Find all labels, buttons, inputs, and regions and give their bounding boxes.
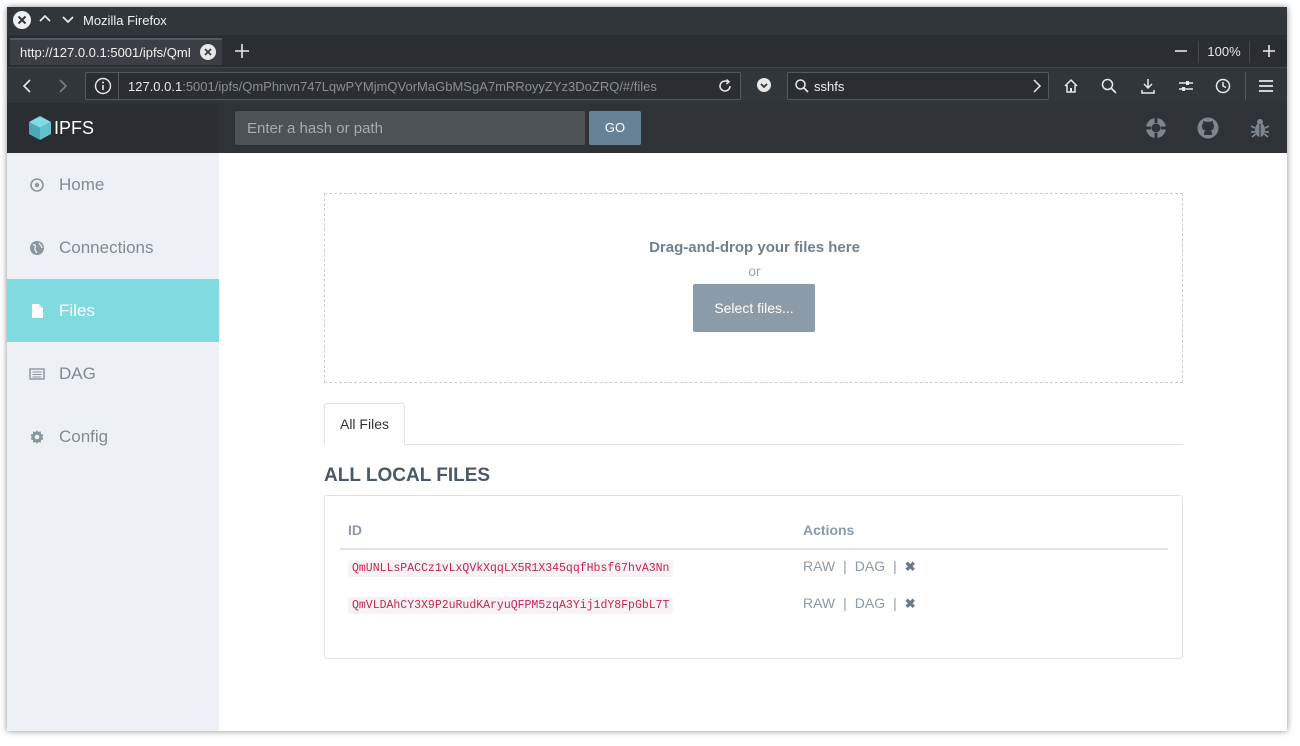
url-text[interactable]: 127.0.0.1:5001/ipfs/QmPhnvn747LqwPYMjmQV… [128, 79, 688, 94]
sidebar-item-label: Config [59, 427, 109, 446]
action-separator: | [843, 595, 847, 611]
row-actions: RAW | DAG | ✖ [803, 558, 916, 575]
site-info-icon[interactable] [94, 77, 112, 95]
toolbar-separator [1245, 72, 1246, 100]
files-table: ID Actions QmUNLLsPACCz1vLxQVkXqqLX5R1X3… [324, 495, 1183, 659]
hash-path-input[interactable] [235, 111, 585, 145]
chevron-up-icon[interactable] [38, 12, 52, 26]
home-icon[interactable] [1062, 77, 1080, 95]
chevron-down-icon[interactable] [61, 12, 75, 26]
back-icon[interactable] [19, 77, 37, 95]
menu-icon[interactable] [1257, 77, 1275, 95]
delete-icon[interactable]: ✖ [905, 596, 916, 612]
navigation-bar: 127.0.0.1:5001/ipfs/QmPhnvn747LqwPYMjmQV… [7, 67, 1287, 103]
sidebar-item-label: Connections [59, 238, 154, 257]
tab-close-icon[interactable] [200, 44, 216, 60]
title-bar: Mozilla Firefox [7, 7, 1287, 35]
github-icon[interactable] [1196, 116, 1220, 140]
window-title: Mozilla Firefox [83, 13, 167, 28]
customize-icon[interactable] [1177, 77, 1195, 95]
forward-icon[interactable] [53, 77, 71, 95]
sidebar-item-home[interactable]: Home [7, 153, 219, 216]
go-button[interactable]: GO [589, 111, 641, 145]
url-path: :5001/ipfs/QmPhnvn747LqwPYMjmQVorMaGbMSg… [182, 79, 657, 94]
url-bar[interactable]: 127.0.0.1:5001/ipfs/QmPhnvn747LqwPYMjmQV… [85, 72, 741, 100]
sidebar-item-config[interactable]: Config [7, 405, 219, 468]
file-hash[interactable]: QmUNLLsPACCz1vLxQVkXqqLX5R1X345qqfHbsf67… [348, 560, 674, 577]
list-icon [29, 366, 45, 382]
section-title: ALL LOCAL FILES [324, 465, 491, 486]
browser-window: Mozilla Firefox http://127.0.0.1:5001/ip… [7, 7, 1287, 731]
new-tab-icon[interactable] [233, 42, 251, 60]
select-files-button[interactable]: Select files... [693, 284, 815, 332]
table-row: QmUNLLsPACCz1vLxQVkXqqLX5R1X345qqfHbsf67… [325, 554, 1182, 591]
search-toolbar-icon[interactable] [1100, 77, 1118, 95]
browser-tab[interactable]: http://127.0.0.1:5001/ipfs/QmPhnvn747Lqw… [10, 38, 222, 65]
ipfs-logo-icon [28, 115, 52, 141]
bug-icon[interactable] [1248, 116, 1272, 140]
raw-link[interactable]: RAW [803, 558, 835, 574]
search-go-icon[interactable] [1030, 78, 1044, 94]
file-dropzone[interactable]: Drag-and-drop your files here or Select … [324, 193, 1183, 383]
home-icon [29, 177, 45, 193]
zoom-out-icon[interactable] [1173, 43, 1189, 59]
zoom-in-icon[interactable] [1261, 43, 1277, 59]
help-lifebuoy-icon[interactable] [1144, 116, 1168, 140]
column-header-id: ID [348, 522, 362, 538]
action-separator: | [843, 558, 847, 574]
reload-icon[interactable] [716, 77, 734, 95]
sidebar-item-dag[interactable]: DAG [7, 342, 219, 405]
dropzone-or: or [748, 263, 761, 279]
window-close-icon[interactable] [13, 11, 31, 29]
history-icon[interactable] [1214, 77, 1232, 95]
raw-link[interactable]: RAW [803, 595, 835, 611]
file-icon [29, 303, 45, 319]
sidebar-item-label: DAG [59, 364, 96, 383]
globe-icon [29, 240, 45, 256]
tab-all-files[interactable]: All Files [324, 403, 405, 445]
action-separator: | [893, 595, 897, 611]
sidebar-item-label: Files [59, 301, 95, 320]
zoom-level[interactable]: 100% [1198, 41, 1250, 63]
search-bar[interactable]: sshfs [787, 72, 1049, 100]
search-input[interactable]: sshfs [814, 79, 844, 94]
files-tabs: All Files [324, 403, 1183, 445]
logo-text: IPFS [54, 118, 95, 138]
column-header-actions: Actions [803, 522, 855, 538]
url-host: 127.0.0.1 [128, 79, 183, 94]
tab-title: http://127.0.0.1:5001/ipfs/QmPhnvn747Lqw… [20, 45, 190, 60]
search-icon [794, 78, 810, 94]
table-row: QmVLDAhCY3X9P2uRudKAryuQFPM5zqA3Yij1dY8F… [325, 591, 1182, 628]
logo[interactable]: IPFS [7, 103, 219, 153]
sidebar-item-connections[interactable]: Connections [7, 216, 219, 279]
row-actions: RAW | DAG | ✖ [803, 595, 916, 612]
sidebar: Home Connections Files DAG Config [7, 153, 219, 731]
sidebar-item-files[interactable]: Files [7, 279, 219, 342]
downloads-icon[interactable] [1139, 77, 1157, 95]
ipfs-webui: IPFS GO Home [7, 103, 1287, 731]
header-divider [340, 548, 1168, 550]
delete-icon[interactable]: ✖ [905, 559, 916, 575]
gear-icon [29, 429, 45, 445]
file-hash[interactable]: QmVLDAhCY3X9P2uRudKAryuQFPM5zqA3Yij1dY8F… [348, 597, 674, 614]
sidebar-item-label: Home [59, 175, 105, 194]
app-header: IPFS GO [7, 103, 1287, 153]
action-separator: | [893, 558, 897, 574]
pocket-icon[interactable] [756, 77, 772, 93]
dropzone-title: Drag-and-drop your files here [649, 239, 860, 256]
dag-link[interactable]: DAG [855, 558, 885, 574]
url-separator [118, 73, 119, 99]
dag-link[interactable]: DAG [855, 595, 885, 611]
tab-strip: http://127.0.0.1:5001/ipfs/QmPhnvn747Lqw… [7, 35, 1287, 67]
files-page: Drag-and-drop your files here or Select … [219, 153, 1287, 731]
